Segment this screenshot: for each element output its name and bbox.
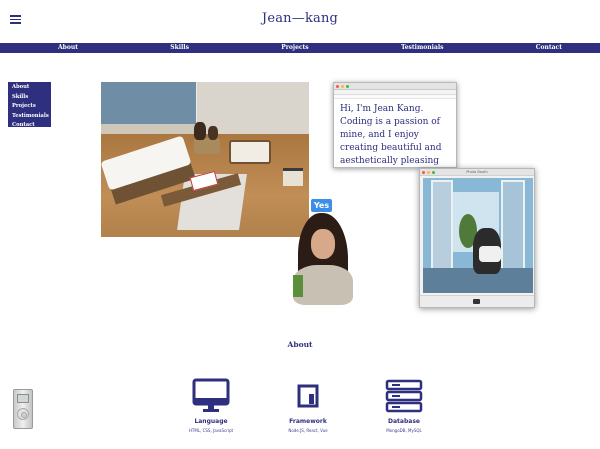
side-menu-item-skills[interactable]: Skills <box>12 93 47 103</box>
feature-database: Database MongoDB, MySQL <box>372 378 436 433</box>
feature-name: Language <box>194 418 228 425</box>
top-navbar: About Skills Projects Testimonials Conta… <box>0 43 600 53</box>
room-model-photo <box>101 82 309 237</box>
site-title: Jean—kang <box>261 11 339 26</box>
nav-item-contact[interactable]: Contact <box>536 43 562 53</box>
side-menu: About Skills Projects Testimonials Conta… <box>8 82 51 128</box>
feature-name: Framework <box>289 418 327 425</box>
yes-badge: Yes <box>311 199 332 212</box>
close-icon[interactable] <box>336 85 339 88</box>
window-titlebar <box>334 83 456 90</box>
feature-name: Database <box>388 418 420 425</box>
feature-language: Language HTML, CSS, JavaScript <box>179 378 243 433</box>
intro-text-window: Hi, I'm Jean Kang. Coding is a passion o… <box>333 82 457 168</box>
side-menu-item-testimonials[interactable]: Testimonials <box>12 112 49 122</box>
photo-booth-window: Photo Booth <box>419 168 535 308</box>
intro-text: Hi, I'm Jean Kang. Coding is a passion o… <box>340 104 442 166</box>
framework-icon <box>297 384 319 408</box>
feature-desc: Node.JS, React, Vue <box>288 428 328 433</box>
server-icon <box>385 379 423 413</box>
side-menu-item-contact[interactable]: Contact <box>12 121 47 131</box>
feature-framework: Framework Node.JS, React, Vue <box>276 378 340 433</box>
side-menu-item-projects[interactable]: Projects <box>12 102 47 112</box>
feature-desc: MongoDB, MySQL <box>386 428 422 433</box>
window-photo <box>423 178 533 293</box>
monitor-icon <box>192 378 230 412</box>
nav-item-about[interactable]: About <box>58 43 78 53</box>
feature-desc: HTML, CSS, JavaScript <box>188 428 234 433</box>
camera-icon[interactable] <box>473 299 480 304</box>
zoom-icon[interactable] <box>346 85 349 88</box>
about-section-title: About <box>287 340 313 349</box>
nav-item-projects[interactable]: Projects <box>281 43 308 53</box>
minimize-icon[interactable] <box>341 85 344 88</box>
nav-item-testimonials[interactable]: Testimonials <box>401 43 444 53</box>
side-menu-item-about[interactable]: About <box>12 83 47 93</box>
nav-item-skills[interactable]: Skills <box>170 43 189 53</box>
selfie-cutout <box>293 205 355 305</box>
window-title: Photo Booth <box>466 170 488 174</box>
window-titlebar: Photo Booth <box>420 169 534 176</box>
ipod-icon[interactable] <box>13 389 33 429</box>
